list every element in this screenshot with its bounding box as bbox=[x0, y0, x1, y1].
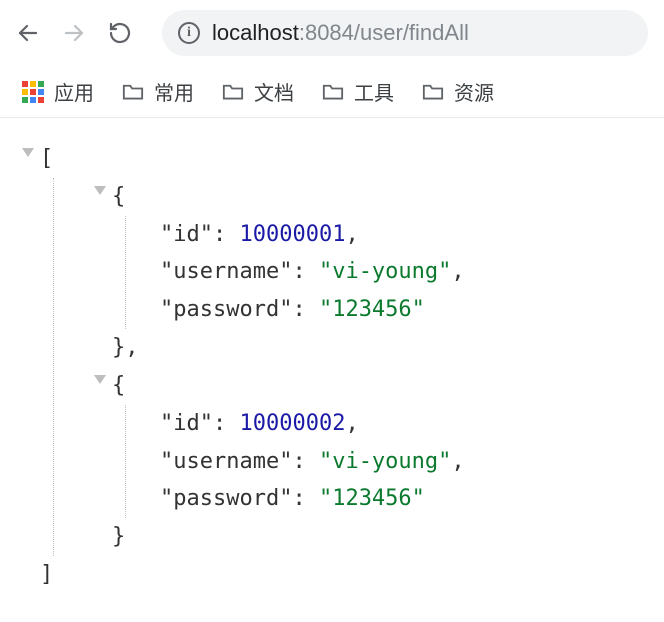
colon: : bbox=[292, 486, 319, 511]
json-number: 10000001 bbox=[239, 222, 345, 247]
browser-nav-bar: i localhost:8084/user/findAll bbox=[0, 0, 664, 66]
bookmark-folder[interactable]: 资源 bbox=[422, 77, 494, 106]
collapse-toggle[interactable] bbox=[94, 186, 106, 195]
colon: : bbox=[292, 449, 319, 474]
json-key: "id" bbox=[160, 222, 213, 247]
collapse-toggle[interactable] bbox=[22, 148, 34, 157]
json-string: "vi-young" bbox=[319, 449, 451, 474]
folder-icon bbox=[422, 83, 444, 101]
back-button[interactable] bbox=[16, 21, 40, 45]
site-info-icon[interactable]: i bbox=[178, 22, 200, 44]
close-bracket: ] bbox=[40, 562, 53, 587]
bookmark-label: 文档 bbox=[254, 77, 294, 106]
json-string: "vi-young" bbox=[319, 259, 451, 284]
colon: : bbox=[292, 259, 319, 284]
folder-icon bbox=[122, 83, 144, 101]
address-bar[interactable]: i localhost:8084/user/findAll bbox=[162, 10, 648, 56]
open-brace: { bbox=[112, 184, 125, 209]
json-content: [ { "id": 10000001, "username": "vi-youn… bbox=[40, 140, 465, 594]
reload-button[interactable] bbox=[108, 21, 132, 45]
json-key: "password" bbox=[160, 297, 292, 322]
bookmark-folder[interactable]: 文档 bbox=[222, 77, 294, 106]
json-string: "123456" bbox=[319, 486, 425, 511]
json-string: "123456" bbox=[319, 297, 425, 322]
collapse-toggle[interactable] bbox=[94, 375, 106, 384]
apps-label: 应用 bbox=[54, 77, 94, 106]
bookmark-label: 资源 bbox=[454, 77, 494, 106]
json-viewer: [ { "id": 10000001, "username": "vi-youn… bbox=[0, 118, 664, 616]
url-port: :8084 bbox=[299, 20, 354, 45]
json-key: "username" bbox=[160, 259, 292, 284]
json-key: "id" bbox=[160, 411, 213, 436]
bookmarks-bar: 应用 常用 文档 工具 资源 bbox=[0, 66, 664, 118]
json-key: "password" bbox=[160, 486, 292, 511]
forward-button[interactable] bbox=[62, 21, 86, 45]
comma: , bbox=[345, 222, 358, 247]
url-path: /user/findAll bbox=[354, 20, 469, 45]
bookmark-folder[interactable]: 工具 bbox=[322, 77, 394, 106]
apps-icon bbox=[22, 81, 44, 103]
comma: , bbox=[451, 259, 464, 284]
bookmark-label: 常用 bbox=[154, 77, 194, 106]
colon: : bbox=[213, 222, 240, 247]
bookmark-folder[interactable]: 常用 bbox=[122, 77, 194, 106]
url-host: localhost bbox=[212, 20, 299, 45]
open-bracket: [ bbox=[40, 146, 53, 171]
folder-icon bbox=[222, 83, 244, 101]
bookmark-label: 工具 bbox=[354, 77, 394, 106]
apps-shortcut[interactable]: 应用 bbox=[22, 77, 94, 106]
comma: , bbox=[345, 411, 358, 436]
folder-icon bbox=[322, 83, 344, 101]
url-text: localhost:8084/user/findAll bbox=[212, 20, 469, 46]
open-brace: { bbox=[112, 373, 125, 398]
comma: , bbox=[451, 449, 464, 474]
close-brace: } bbox=[112, 524, 125, 549]
colon: : bbox=[292, 297, 319, 322]
json-number: 10000002 bbox=[239, 411, 345, 436]
colon: : bbox=[213, 411, 240, 436]
close-brace: }, bbox=[112, 335, 139, 360]
json-key: "username" bbox=[160, 449, 292, 474]
